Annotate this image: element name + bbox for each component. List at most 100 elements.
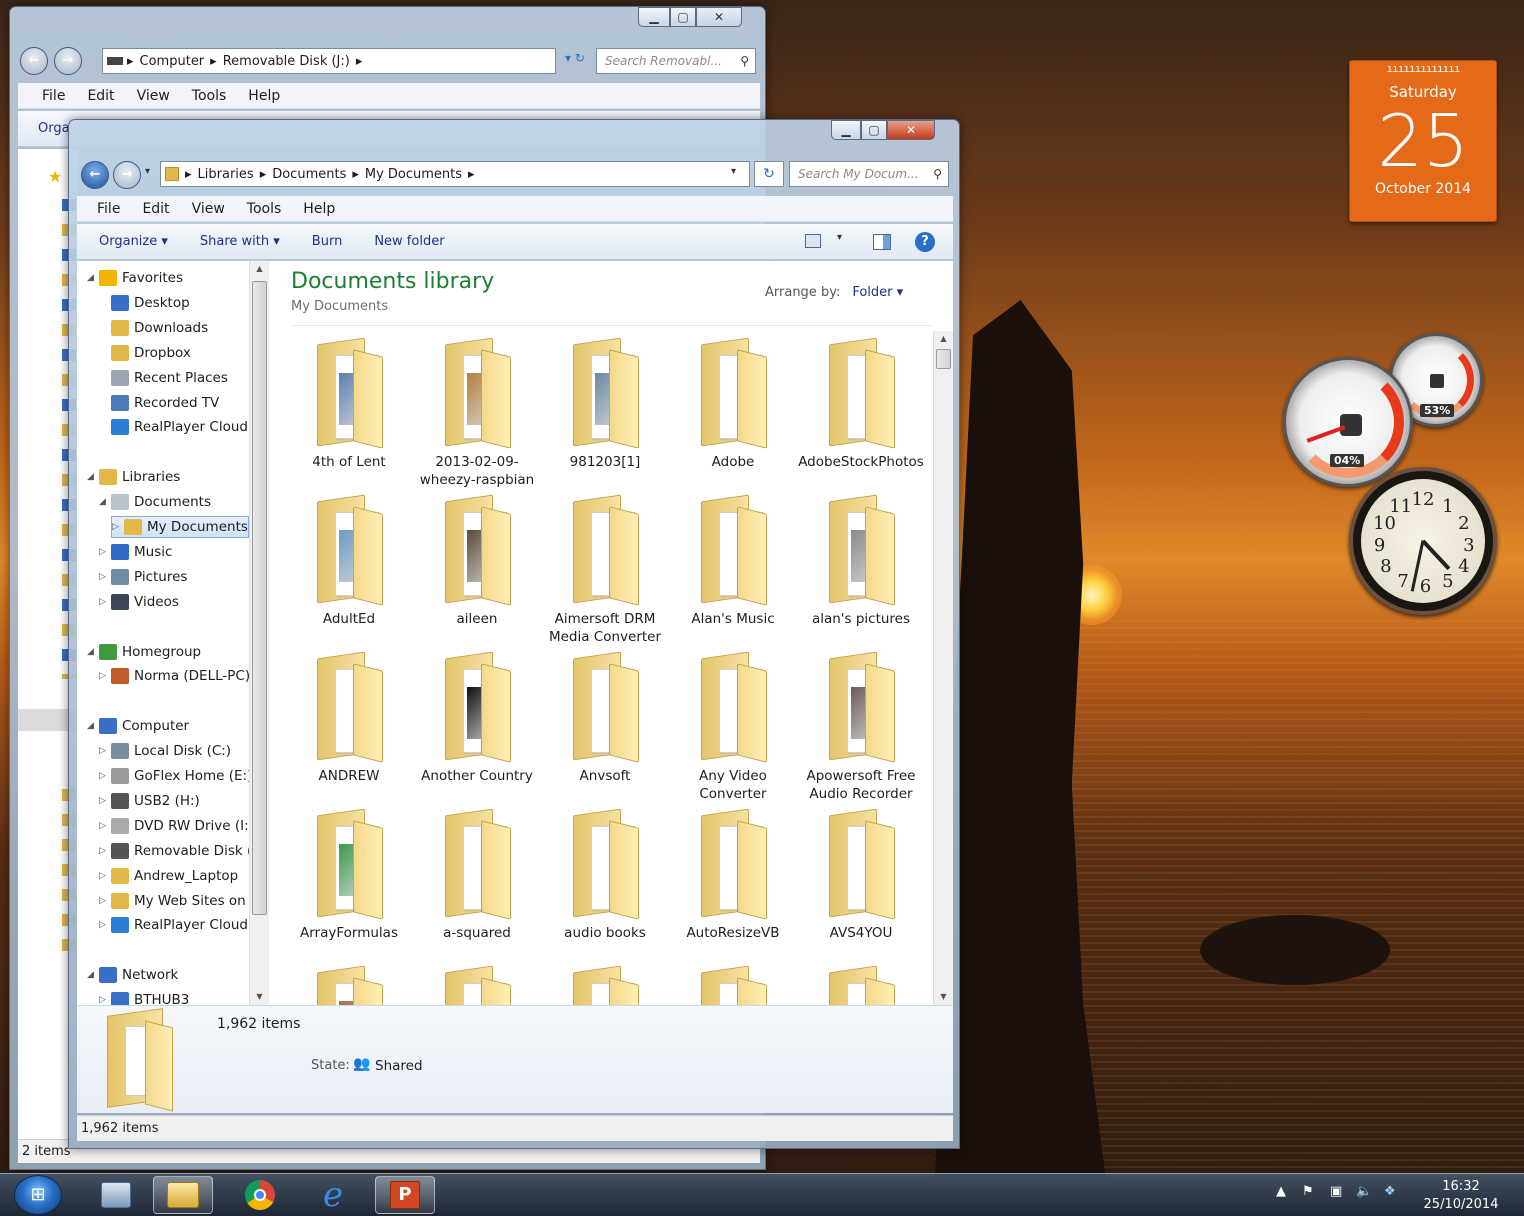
collapsed-arrow-icon[interactable]: ▷ [99, 671, 111, 681]
folder-item[interactable]: audio books [541, 808, 669, 942]
search-input[interactable]: Search My Docum... ⚲ [789, 161, 949, 187]
expanded-arrow-icon[interactable]: ◢ [87, 472, 99, 482]
nav-item-dropbox[interactable]: Dropbox [99, 342, 191, 364]
folder-item[interactable]: a-squared [413, 808, 541, 942]
close-button[interactable]: ✕ [887, 120, 935, 140]
cpu-meter[interactable]: 04% [1283, 357, 1413, 487]
nav-item-documents[interactable]: ◢ Documents [99, 491, 211, 513]
collapsed-arrow-icon[interactable]: ▷ [99, 995, 111, 1005]
menu-tools[interactable]: Tools [243, 201, 286, 217]
back-close-button[interactable]: ✕ [696, 7, 742, 27]
folder-item[interactable]: AVS4YOU [797, 808, 925, 942]
expanded-arrow-icon[interactable]: ◢ [87, 647, 99, 657]
back-breadcrumb-removable-disk[interactable]: Removable Disk (J:) [217, 54, 356, 69]
folder-item[interactable] [285, 965, 413, 1005]
folder-item[interactable]: Alan's Music [669, 494, 797, 628]
collapsed-arrow-icon[interactable]: ▷ [99, 821, 111, 831]
expanded-arrow-icon[interactable]: ◢ [87, 721, 99, 731]
back-button[interactable]: ← [81, 161, 109, 189]
folder-item[interactable] [669, 965, 797, 1005]
nav-item-homegroup[interactable]: ◢ Homegroup [87, 641, 201, 663]
calendar-gadget[interactable]: ııııııııııııı Saturday 25 October 2014 [1349, 60, 1497, 222]
nav-scroll-down-icon[interactable]: ▼ [250, 989, 269, 1005]
nav-item-my-web-sites-on-msn[interactable]: ▷ My Web Sites on MSN [99, 890, 268, 912]
back-maximize-button[interactable]: ▢ [670, 7, 696, 27]
nav-item-pictures[interactable]: ▷ Pictures [99, 566, 187, 588]
folder-item[interactable]: AutoResizeVB [669, 808, 797, 942]
nav-item-norma-dell-pc[interactable]: ▷ Norma (DELL-PC) [99, 665, 250, 687]
breadcrumb-libraries[interactable]: Libraries [192, 167, 260, 182]
nav-item-computer[interactable]: ◢ Computer [87, 715, 189, 737]
taskbar-chrome-icon[interactable] [230, 1176, 290, 1214]
folder-item[interactable]: AdultEd [285, 494, 413, 628]
nav-scroll-up-icon[interactable]: ▲ [250, 261, 269, 277]
nav-item-libraries[interactable]: ◢ Libraries [87, 466, 180, 488]
arrange-by-dropdown[interactable]: Folder ▾ [852, 285, 903, 300]
share-with-button[interactable]: Share with ▾ [184, 234, 296, 249]
start-button[interactable]: ⊞ [14, 1175, 62, 1215]
folder-item[interactable]: alan's pictures [797, 494, 925, 628]
taskbar-clock[interactable]: 16:32 25/10/2014 [1418, 1178, 1504, 1214]
folder-item[interactable]: ArrayFormulas [285, 808, 413, 942]
content-scroll-down-icon[interactable]: ▼ [934, 989, 953, 1005]
back-menu-file[interactable]: File [38, 88, 69, 104]
folder-item[interactable]: Any Video Converter [669, 651, 797, 803]
address-bar[interactable]: ▸ Libraries ▸ Documents ▸ My Documents ▸ [160, 161, 750, 187]
nav-item-desktop[interactable]: Desktop [99, 292, 190, 314]
nav-item-dvd-rw-drive-i[interactable]: ▷ DVD RW Drive (I:) [99, 815, 254, 837]
collapsed-arrow-icon[interactable]: ▷ [99, 871, 111, 881]
nav-item-my-documents[interactable]: ▷ My Documents [111, 516, 249, 538]
back-search-input[interactable]: Search Removabl... ⚲ [596, 48, 756, 74]
expanded-arrow-icon[interactable]: ◢ [99, 497, 111, 507]
folder-item[interactable]: Aimersoft DRM Media Converter [541, 494, 669, 646]
dropbox-tray-icon[interactable]: ❖ [1384, 1184, 1396, 1199]
organize-button[interactable]: Organize ▾ [83, 234, 184, 249]
nav-item-andrew-laptop[interactable]: ▷ Andrew_Laptop [99, 865, 238, 887]
menu-edit[interactable]: Edit [138, 201, 173, 217]
nav-item-favorites[interactable]: ◢ Favorites [87, 267, 183, 289]
forward-button[interactable]: → [113, 161, 141, 189]
back-menu-help[interactable]: Help [244, 88, 284, 104]
nav-item-bthub3[interactable]: ▷ BTHUB3 [99, 989, 189, 1005]
maximize-button[interactable]: ▢ [861, 120, 887, 140]
taskbar-internet-explorer-icon[interactable]: e [303, 1175, 363, 1215]
content-scroll-thumb[interactable] [936, 349, 951, 369]
collapsed-arrow-icon[interactable]: ▷ [99, 920, 111, 930]
explorer-window[interactable]: ▁ ▢ ✕ ← → ▾ ▸ Libraries ▸ Documents ▸ My… [68, 119, 960, 1149]
preview-pane-icon[interactable] [873, 234, 891, 250]
nav-item-network[interactable]: ◢ Network [87, 964, 178, 986]
back-minimize-button[interactable]: ▁ [638, 7, 670, 27]
nav-item-goflex-home-e[interactable]: ▷ GoFlex Home (E:) [99, 765, 252, 787]
folder-item[interactable] [413, 965, 541, 1005]
taskbar-windows-explorer-icon[interactable] [86, 1176, 146, 1214]
new-folder-button[interactable]: New folder [358, 234, 460, 249]
back-refresh-icon[interactable]: ▾ ↻ [560, 51, 590, 71]
menu-file[interactable]: File [93, 201, 124, 217]
folder-item[interactable]: ANDREW [285, 651, 413, 785]
collapsed-arrow-icon[interactable]: ▷ [99, 846, 111, 856]
taskbar-explorer-libraries-icon[interactable] [153, 1176, 213, 1214]
nav-item-recent-places[interactable]: Recent Places [99, 367, 228, 389]
network-tray-icon[interactable]: ▣ [1330, 1184, 1342, 1199]
folder-item[interactable]: Another Country [413, 651, 541, 785]
nav-item-realplayer-cloud[interactable]: ▷ RealPlayer Cloud [99, 914, 248, 936]
recent-pages-dropdown-icon[interactable]: ▾ [145, 166, 150, 177]
address-dropdown-icon[interactable]: ▾ [731, 166, 736, 177]
collapsed-arrow-icon[interactable]: ▷ [99, 771, 111, 781]
view-options-dropdown-icon[interactable]: ▾ [837, 232, 842, 243]
folder-item[interactable] [797, 965, 925, 1005]
nav-item-videos[interactable]: ▷ Videos [99, 591, 179, 613]
back-menu-tools[interactable]: Tools [188, 88, 231, 104]
nav-scroll-thumb[interactable] [252, 281, 267, 915]
folder-item[interactable]: Anvsoft [541, 651, 669, 785]
collapsed-arrow-icon[interactable]: ▷ [99, 572, 111, 582]
nav-item-recorded-tv[interactable]: Recorded TV [99, 392, 219, 414]
folder-item[interactable]: 2013-02-09-wheezy-raspbian [413, 337, 541, 489]
back-address-bar[interactable]: ▸ Computer ▸ Removable Disk (J:) ▸ [102, 48, 556, 74]
nav-item-removable-disk-j[interactable]: ▷ Removable Disk (J:) [99, 840, 266, 862]
folder-item[interactable]: AdobeStockPhotos [797, 337, 925, 471]
nav-item-local-disk-c[interactable]: ▷ Local Disk (C:) [99, 740, 231, 762]
folder-item[interactable]: 4th of Lent [285, 337, 413, 471]
expanded-arrow-icon[interactable]: ◢ [87, 273, 99, 283]
folder-item[interactable]: Apowersoft Free Audio Recorder [797, 651, 925, 803]
